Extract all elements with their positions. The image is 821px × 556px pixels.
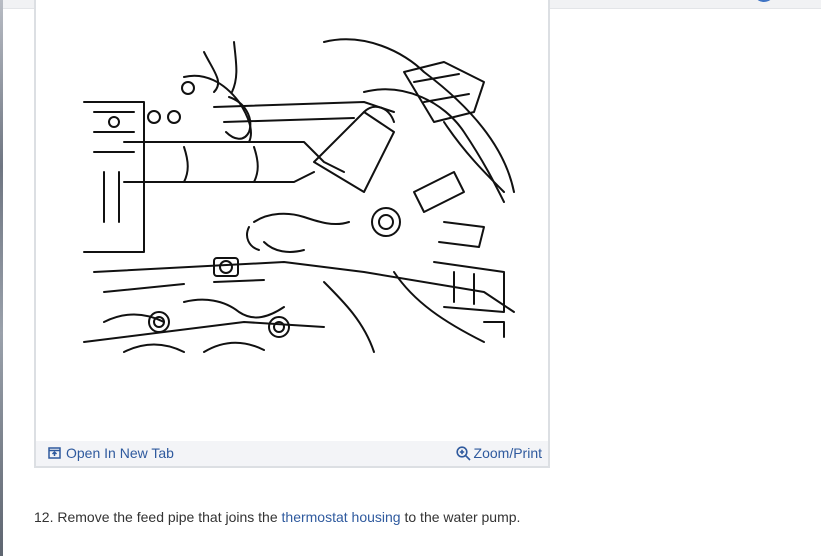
figure-panel: Open In New Tab Zoom/Print <box>34 0 550 468</box>
zoom-print-link[interactable]: Zoom/Print <box>455 445 542 461</box>
step-number: 12. <box>34 509 54 525</box>
instruction-step: 12. Remove the feed pipe that joins the … <box>34 509 520 525</box>
open-new-tab-icon <box>48 447 61 459</box>
step-text-after: to the water pump. <box>404 509 521 525</box>
open-in-new-tab-label: Open In New Tab <box>66 445 174 461</box>
account-icon[interactable] <box>753 0 775 2</box>
engine-diagram <box>83 38 515 353</box>
zoom-in-icon <box>455 445 471 461</box>
open-in-new-tab-link[interactable]: Open In New Tab <box>48 445 174 461</box>
window-edge <box>0 0 3 556</box>
step-text-before: Remove the feed pipe that joins the <box>57 509 278 525</box>
zoom-print-label: Zoom/Print <box>473 445 542 461</box>
thermostat-housing-link[interactable]: thermostat housing <box>282 509 401 525</box>
figure-footer: Open In New Tab Zoom/Print <box>36 441 548 466</box>
